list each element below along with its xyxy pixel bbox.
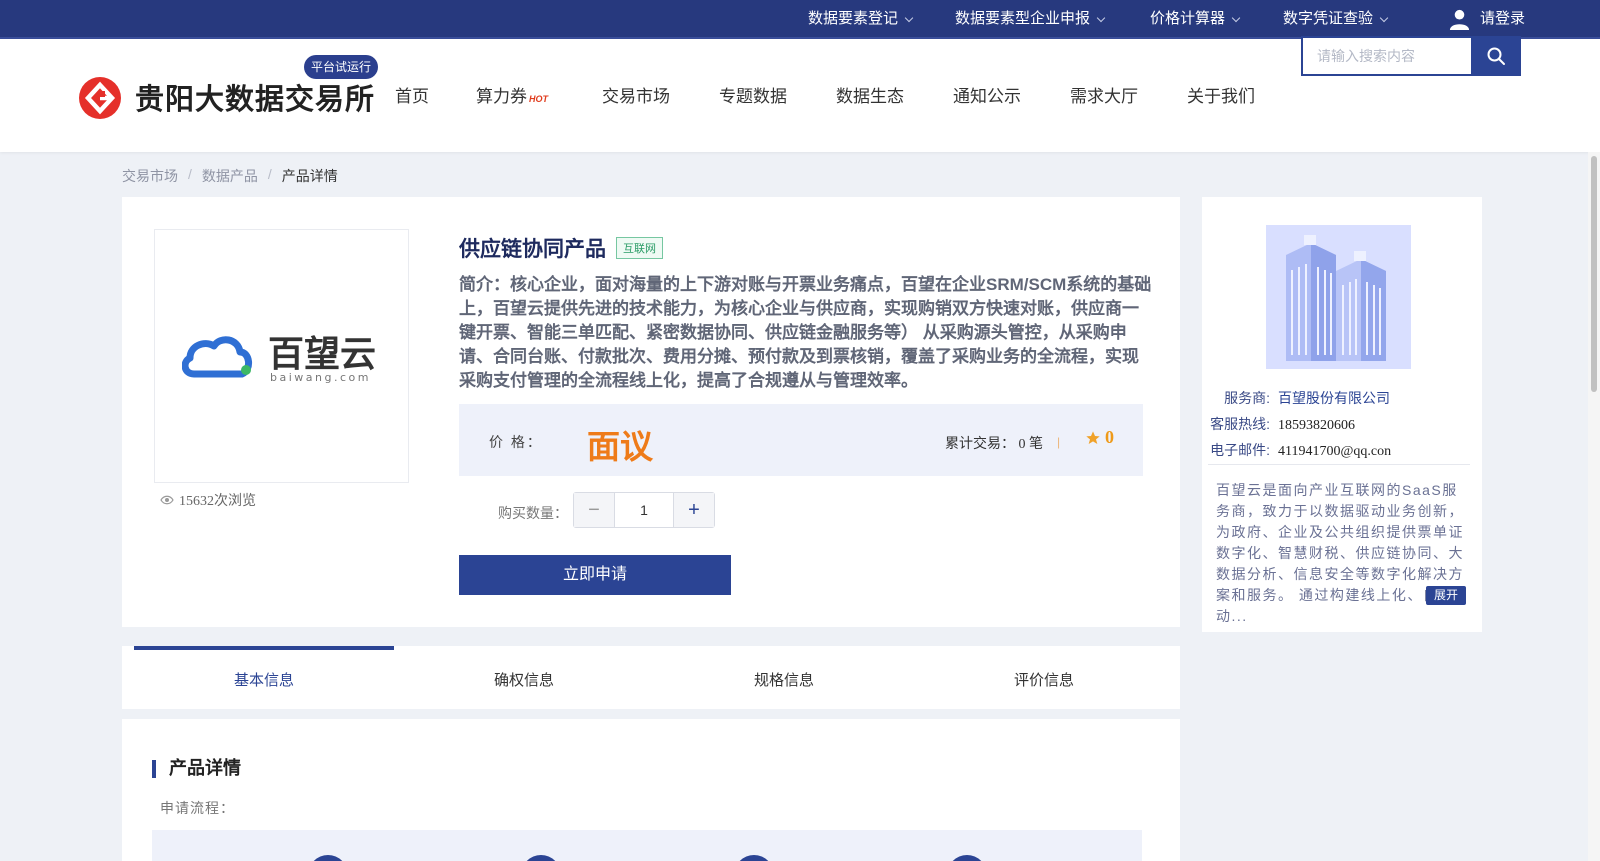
industry-tag: 互联网	[616, 237, 663, 259]
menu-data-registration-label: 数据要素登记	[808, 10, 899, 27]
search-button[interactable]	[1471, 36, 1521, 76]
apply-now-button[interactable]: 立即申请	[459, 555, 731, 595]
view-count: 15632次浏览	[160, 490, 256, 510]
chevron-down-icon	[1096, 13, 1106, 22]
chevron-down-icon	[1231, 13, 1241, 22]
breadcrumb: 交易市场 / 数据产品 / 产品详情	[122, 166, 338, 186]
exchange-name[interactable]: 贵阳大数据交易所	[135, 76, 375, 118]
provider-email-label: 电子邮件:	[1210, 442, 1270, 458]
flow-step-icon	[947, 855, 987, 861]
nav-ecosystem[interactable]: 数据生态	[836, 82, 904, 107]
nav-market[interactable]: 交易市场	[602, 82, 670, 107]
provider-phone-value: 18593820606	[1278, 418, 1355, 433]
provider-email-value: 411941700@qq.con	[1278, 444, 1392, 459]
login-link[interactable]: 请登录	[1448, 0, 1525, 38]
eye-icon	[160, 495, 174, 505]
menu-price-calculator[interactable]: 价格计算器	[1150, 0, 1241, 38]
breadcrumb-separator: /	[267, 166, 272, 182]
provider-name-label: 服务商:	[1224, 390, 1270, 406]
tab-rights-info[interactable]: 确权信息	[394, 646, 654, 709]
divider	[1208, 464, 1470, 465]
search-box	[1301, 36, 1471, 76]
tab-spec-info[interactable]: 规格信息	[654, 646, 914, 709]
provider-phone-label: 客服热线:	[1210, 416, 1270, 432]
expand-button[interactable]: 展开	[1426, 586, 1466, 605]
decrease-button[interactable]: −	[574, 493, 615, 527]
search-input[interactable]	[1303, 38, 1471, 74]
building-illustration	[1266, 225, 1411, 369]
logo-subtext: baiwang.com	[270, 371, 371, 384]
flow-step-icon	[521, 855, 561, 861]
trade-count: 累计交易： 0 笔	[945, 437, 1043, 452]
menu-data-registration[interactable]: 数据要素登记	[808, 0, 914, 38]
increase-button[interactable]: +	[673, 493, 714, 527]
login-label: 请登录	[1480, 10, 1526, 27]
star-icon	[1086, 430, 1100, 444]
user-icon	[1449, 9, 1470, 30]
product-title: 供应链协同产品 互联网	[459, 233, 663, 263]
nav-notices[interactable]: 通知公示	[953, 82, 1021, 107]
search-icon	[1487, 47, 1505, 65]
breadcrumb-separator: /	[188, 166, 192, 182]
product-logo-image: 百望云 baiwang.com	[154, 229, 409, 483]
flow-label: 申请流程：	[160, 800, 235, 816]
nav-home[interactable]: 首页	[395, 82, 429, 107]
nav-about-us[interactable]: 关于我们	[1187, 82, 1255, 107]
price-value: 面议	[587, 427, 653, 466]
flow-step-icon	[734, 855, 774, 861]
breadcrumb-data-products[interactable]: 数据产品	[202, 166, 258, 186]
logo-brand-text: 百望云	[268, 334, 376, 375]
section-title: 产品详情	[152, 760, 241, 778]
baiwang-cloud-logo: 百望云 baiwang.com	[181, 334, 376, 384]
exchange-logo-icon[interactable]	[79, 77, 121, 119]
scrollbar-thumb[interactable]	[1591, 156, 1597, 392]
price-label: 价 格：	[489, 434, 543, 450]
nav-compute-voucher[interactable]: 算力券 HOT	[476, 82, 548, 107]
breadcrumb-market[interactable]: 交易市场	[122, 166, 178, 186]
divider: |	[1057, 435, 1061, 449]
tab-basic-info[interactable]: 基本信息	[134, 646, 394, 709]
quantity-input[interactable]: 1	[615, 493, 673, 527]
menu-certificate-check-label: 数字凭证查验	[1283, 10, 1374, 27]
flow-step-icon	[308, 855, 348, 861]
quantity-label: 购买数量：	[498, 505, 568, 521]
product-title-text: 供应链协同产品	[459, 237, 606, 261]
breadcrumb-current: 产品详情	[281, 168, 338, 184]
quantity-stepper: − 1 +	[573, 492, 715, 528]
product-description: 简介：核心企业，面对海量的上下游对账与开票业务痛点，百望在企业SRM/SCM系统…	[459, 275, 1152, 390]
menu-enterprise-declaration[interactable]: 数据要素型企业申报	[955, 0, 1106, 38]
provider-building-image	[1266, 225, 1411, 369]
provider-name-link[interactable]: 百望股份有限公司	[1278, 392, 1390, 407]
menu-certificate-check[interactable]: 数字凭证查验	[1283, 0, 1389, 38]
rating: 0	[1085, 427, 1114, 448]
trial-badge: 平台试运行	[304, 55, 379, 79]
chevron-down-icon	[1379, 13, 1389, 22]
nav-demand-hall[interactable]: 需求大厅	[1070, 82, 1138, 107]
tab-reviews[interactable]: 评价信息	[914, 646, 1174, 709]
application-flow	[152, 830, 1142, 861]
view-count-text: 15632次浏览	[179, 494, 256, 509]
menu-enterprise-declaration-label: 数据要素型企业申报	[955, 10, 1091, 27]
hot-badge: HOT	[529, 94, 548, 104]
provider-email-row: 电子邮件: 411941700@qq.con	[1200, 440, 1391, 460]
menu-price-calculator-label: 价格计算器	[1150, 10, 1226, 27]
nav-topic-data[interactable]: 专题数据	[719, 82, 787, 107]
price-bar: 价 格： 面议 累计交易： 0 笔 | 0	[459, 404, 1143, 476]
detail-tabs: 基本信息 确权信息 规格信息 评价信息	[122, 646, 1180, 709]
provider-name-row: 服务商: 百望股份有限公司	[1200, 388, 1390, 408]
provider-phone-row: 客服热线: 18593820606	[1200, 414, 1355, 434]
top-utility-bar: 数据要素登记 数据要素型企业申报 价格计算器 数字凭证查验 请登录	[0, 0, 1600, 39]
rating-value: 0	[1105, 427, 1114, 447]
page-scrollbar[interactable]	[1588, 152, 1600, 861]
nav-compute-voucher-label: 算力券	[476, 87, 527, 106]
chevron-down-icon	[904, 13, 914, 22]
